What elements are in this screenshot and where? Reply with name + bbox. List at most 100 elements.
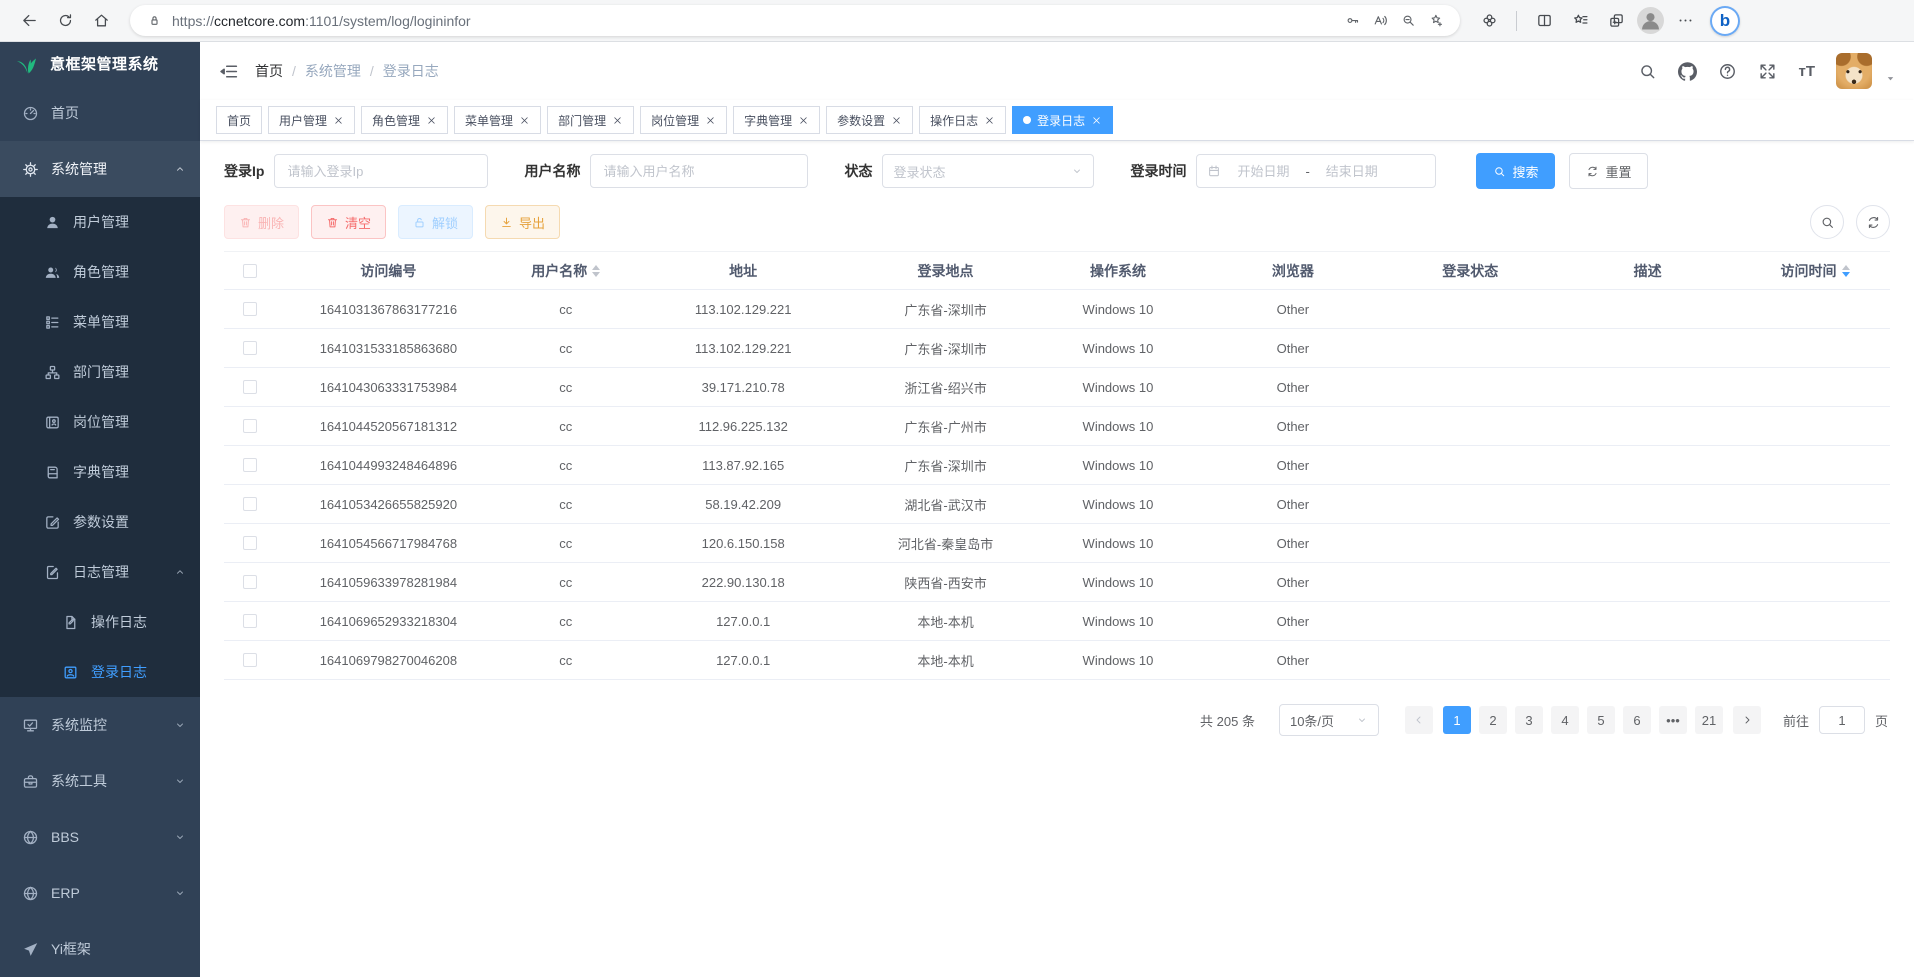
tab-6[interactable]: 字典管理: [733, 106, 820, 134]
clear-button[interactable]: 清空: [311, 205, 386, 239]
sidebar-item-15[interactable]: ERP: [0, 865, 200, 921]
search-button[interactable]: 搜索: [1476, 153, 1555, 189]
favorite-add-icon[interactable]: [1422, 8, 1450, 34]
page-size-select[interactable]: 10条/页: [1279, 704, 1379, 736]
delete-button[interactable]: 删除: [224, 205, 299, 239]
row-checkbox[interactable]: [243, 653, 257, 667]
column-header-1[interactable]: 用户名称: [501, 252, 631, 289]
row-checkbox[interactable]: [243, 302, 257, 316]
back-icon[interactable]: [14, 6, 44, 36]
tab-3[interactable]: 菜单管理: [454, 106, 541, 134]
sidebar-item-6[interactable]: 岗位管理: [0, 397, 200, 447]
login-ip-input[interactable]: [274, 154, 488, 188]
row-checkbox[interactable]: [243, 380, 257, 394]
date-range-picker[interactable]: -: [1196, 154, 1436, 188]
export-button[interactable]: 导出: [485, 205, 560, 239]
password-key-icon[interactable]: [1338, 8, 1366, 34]
end-date-input[interactable]: [1316, 164, 1388, 179]
split-screen-icon[interactable]: [1529, 6, 1559, 36]
sidebar-item-2[interactable]: 用户管理: [0, 197, 200, 247]
start-date-input[interactable]: [1227, 164, 1299, 179]
row-checkbox[interactable]: [243, 497, 257, 511]
row-checkbox[interactable]: [243, 536, 257, 550]
refresh-table-button[interactable]: [1856, 205, 1890, 239]
read-aloud-icon[interactable]: [1366, 8, 1394, 34]
close-icon[interactable]: [891, 115, 902, 126]
browser-profile-icon[interactable]: [1637, 7, 1664, 34]
sidebar-item-4[interactable]: 菜单管理: [0, 297, 200, 347]
close-icon[interactable]: [333, 115, 344, 126]
page-button[interactable]: 21: [1695, 706, 1723, 734]
reset-button[interactable]: 重置: [1569, 153, 1648, 189]
close-icon[interactable]: [519, 115, 530, 126]
next-page-button[interactable]: [1733, 706, 1761, 734]
tab-7[interactable]: 参数设置: [826, 106, 913, 134]
home-icon[interactable]: [86, 6, 116, 36]
close-icon[interactable]: [426, 115, 437, 126]
user-name-input[interactable]: [590, 154, 808, 188]
font-size-icon[interactable]: [1798, 63, 1815, 80]
page-button[interactable]: 1: [1443, 706, 1471, 734]
sidebar-item-8[interactable]: 参数设置: [0, 497, 200, 547]
copilot-icon[interactable]: [1710, 6, 1740, 36]
github-icon[interactable]: [1678, 62, 1697, 81]
address-bar[interactable]: https://ccnetcore.com:1101/system/log/lo…: [130, 5, 1460, 36]
toggle-search-button[interactable]: [1810, 205, 1844, 239]
more-menu-icon[interactable]: [1670, 6, 1700, 36]
close-icon[interactable]: [612, 115, 623, 126]
zoom-out-icon[interactable]: [1394, 8, 1422, 34]
page-button[interactable]: 2: [1479, 706, 1507, 734]
sidebar-item-11[interactable]: 登录日志: [0, 647, 200, 697]
page-button[interactable]: 5: [1587, 706, 1615, 734]
sidebar-item-12[interactable]: 系统监控: [0, 697, 200, 753]
tab-1[interactable]: 用户管理: [268, 106, 355, 134]
sidebar-fold-icon[interactable]: [218, 61, 239, 82]
close-icon[interactable]: [798, 115, 809, 126]
sidebar-item-10[interactable]: 操作日志: [0, 597, 200, 647]
tab-9[interactable]: 登录日志: [1012, 106, 1113, 134]
tab-5[interactable]: 岗位管理: [640, 106, 727, 134]
tab-0[interactable]: 首页: [216, 106, 262, 134]
close-icon[interactable]: [1091, 115, 1102, 126]
tab-8[interactable]: 操作日志: [919, 106, 1006, 134]
row-checkbox[interactable]: [243, 575, 257, 589]
close-icon[interactable]: [984, 115, 995, 126]
collections-icon[interactable]: [1601, 6, 1631, 36]
fullscreen-icon[interactable]: [1758, 62, 1777, 81]
refresh-icon[interactable]: [50, 6, 80, 36]
sidebar-item-7[interactable]: 字典管理: [0, 447, 200, 497]
sidebar-item-3[interactable]: 角色管理: [0, 247, 200, 297]
more-pages-button[interactable]: •••: [1659, 706, 1687, 734]
unlock-button[interactable]: 解锁: [398, 205, 473, 239]
row-checkbox[interactable]: [243, 419, 257, 433]
favorites-icon[interactable]: [1565, 6, 1595, 36]
page-button[interactable]: 3: [1515, 706, 1543, 734]
status-select[interactable]: 登录状态: [882, 154, 1094, 188]
page-button[interactable]: 6: [1623, 706, 1651, 734]
help-icon[interactable]: [1718, 62, 1737, 81]
browser-essentials-icon[interactable]: [1474, 6, 1504, 36]
close-icon[interactable]: [705, 115, 716, 126]
page-button[interactable]: 4: [1551, 706, 1579, 734]
sidebar-item-13[interactable]: 系统工具: [0, 753, 200, 809]
row-checkbox[interactable]: [243, 341, 257, 355]
avatar-caret-down-icon[interactable]: [1885, 73, 1896, 84]
sidebar-item-16[interactable]: Yi框架: [0, 921, 200, 977]
sidebar-item-0[interactable]: 首页: [0, 85, 200, 141]
tab-4[interactable]: 部门管理: [547, 106, 634, 134]
header-search-icon[interactable]: [1638, 62, 1657, 81]
select-all-checkbox[interactable]: [243, 264, 257, 278]
prev-page-button[interactable]: [1405, 706, 1433, 734]
goto-page-input[interactable]: [1819, 706, 1865, 734]
column-header-8[interactable]: 访问时间: [1740, 252, 1890, 289]
user-avatar[interactable]: [1836, 53, 1872, 89]
sidebar-item-5[interactable]: 部门管理: [0, 347, 200, 397]
tab-label: 岗位管理: [651, 112, 699, 129]
sidebar-item-1[interactable]: 系统管理: [0, 141, 200, 197]
sidebar-item-14[interactable]: BBS: [0, 809, 200, 865]
breadcrumb-home[interactable]: 首页: [255, 61, 283, 81]
tab-2[interactable]: 角色管理: [361, 106, 448, 134]
row-checkbox[interactable]: [243, 614, 257, 628]
sidebar-item-9[interactable]: 日志管理: [0, 547, 200, 597]
row-checkbox[interactable]: [243, 458, 257, 472]
